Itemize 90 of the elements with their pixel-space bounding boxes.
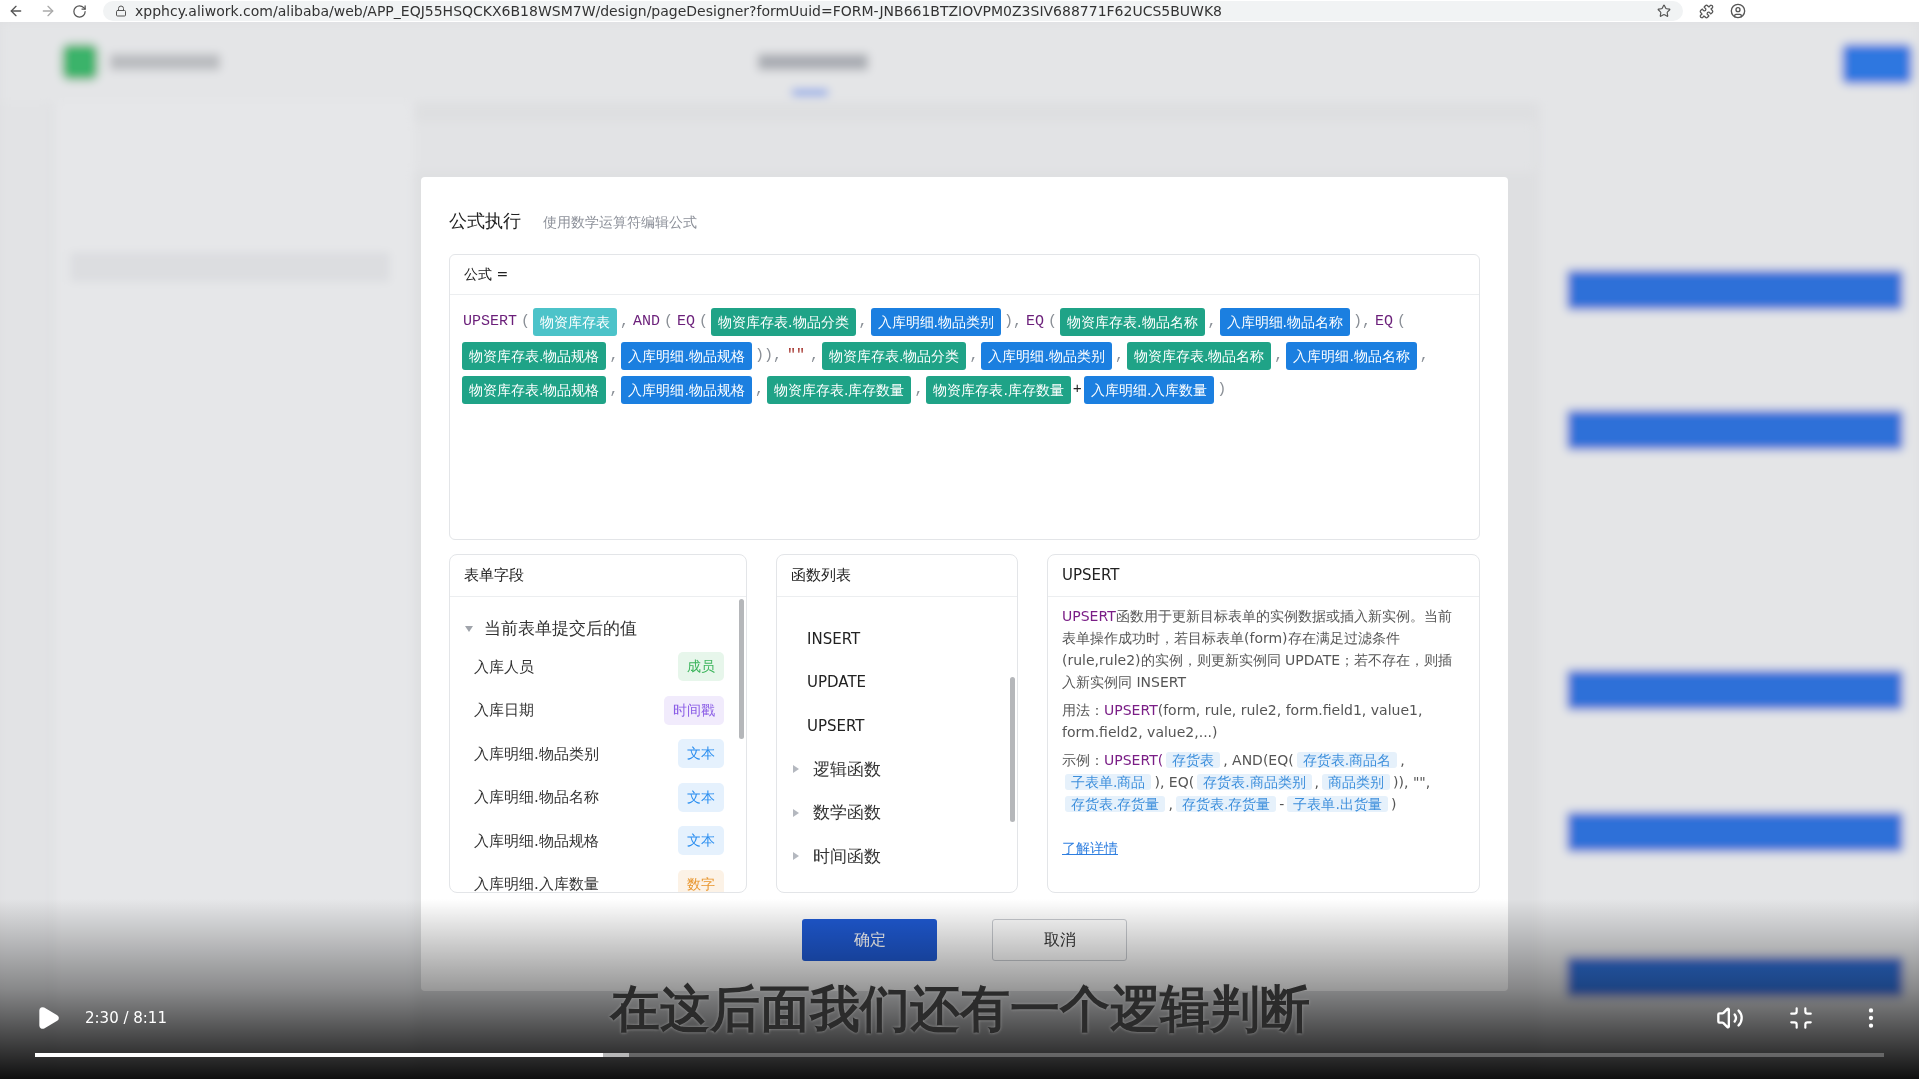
punctuation: , (609, 346, 619, 366)
punctuation: ( (521, 312, 531, 332)
punctuation: , (754, 380, 764, 400)
punctuation: ), (1004, 312, 1023, 332)
field-chip: 入库明细.物品名称 (1219, 308, 1350, 336)
field-item[interactable]: 入库明细.物品规格 文本 (464, 819, 724, 863)
function-category[interactable]: 数学函数 (813, 800, 881, 826)
field-chip: 入库明细.物品规格 (621, 376, 752, 404)
function-category[interactable]: 逻辑函数 (813, 756, 881, 782)
string-literal: "" (786, 346, 805, 366)
field-chip: 入库明细.物品类别 (981, 342, 1112, 370)
back-icon[interactable] (8, 3, 24, 19)
address-bar[interactable]: xpphcy.aliwork.com/alibaba/web/APP_EQJ55HSQCKX6B18WSM7W/design/pageDesigner?formUuid=FORM-JNB661BTZIOVPM0Z3SIV688771F62UCS5BUWK8 (103, 1, 1683, 21)
field-chip: 物资库存表.库存数量 (766, 376, 912, 404)
usage-text: 用法：UPSERT(form, rule, rule2, form.field1, value1, form.field2, value2,...) (1062, 701, 1424, 742)
field-item[interactable]: 入库明细.物品类别 文本 (464, 732, 724, 776)
extension-icon[interactable] (1699, 3, 1714, 19)
cancel-button[interactable]: 取消 (992, 919, 1127, 961)
function-category[interactable]: 时间函数 (813, 843, 881, 869)
punctuation: , (1207, 312, 1217, 332)
field-chip: 入库明细.物品名称 (1286, 342, 1417, 370)
video-time: 2:30 / 8:11 (85, 1007, 167, 1029)
star-icon[interactable] (1657, 4, 1671, 18)
operator: + (1072, 380, 1082, 400)
function-item[interactable]: UPSERT (807, 714, 865, 737)
field-chip: 物资库存表.物品规格 (462, 376, 607, 404)
type-tag: 成员 (678, 652, 724, 682)
punctuation: , (858, 312, 868, 332)
dialog-title: 公式执行 (449, 209, 521, 233)
panel-title: UPSERT (1062, 565, 1120, 587)
punctuation: ) (1217, 380, 1227, 400)
formula-label: 公式 = (464, 265, 509, 284)
punctuation: ( (664, 312, 674, 332)
tree-group-label[interactable]: 当前表单提交后的值 (484, 616, 637, 642)
function-name: EQ (677, 312, 696, 332)
punctuation: , (914, 380, 924, 400)
punctuation: , (1419, 346, 1429, 366)
scrollbar-thumb[interactable] (1010, 677, 1015, 822)
field-chip: 物资库存表.物品规格 (462, 342, 607, 370)
field-item[interactable]: 入库人员 成员 (464, 645, 724, 689)
type-tag: 文本 (678, 739, 724, 769)
field-chip: 物资库存表.物品名称 (1126, 342, 1272, 370)
scrollbar-thumb[interactable] (739, 599, 744, 739)
video-subtitle: 在这后面我们还有一个逻辑判断 (609, 979, 1310, 1040)
field-chip: 入库明细.入库数量 (1083, 376, 1215, 404)
function-description: UPSERT函数用于更新目标表单的实例数据或插入新实例。当前表单操作成功时，若目标表单(form)存在满足过滤条件(rule,rule2)的实例，则更新实例同 UPDATE；若不存在，则插入新实例同 INSERT (1062, 607, 1454, 692)
exit-fullscreen-icon[interactable] (1788, 1005, 1814, 1031)
confirm-button[interactable]: 确定 (802, 919, 937, 961)
type-tag: 时间戳 (664, 695, 724, 725)
punctuation: , (1274, 346, 1284, 366)
field-chip: 物资库存表.库存数量 (926, 376, 1071, 404)
punctuation: , (809, 346, 819, 366)
url-text: xpphcy.aliwork.com/alibaba/web/APP_EQJ55HSQCKX6B18WSM7W/design/pageDesigner?formUuid=FORM-JNB661BTZIOVPM0Z3SIV688771F62UCS5BUWK8 (135, 1, 1223, 21)
example-text: 示例：UPSERT( 存货表 , AND(EQ( 存货表.商品名 , 子表单.商品 ), EQ( 存货表.商品类别 , 商品类别 )), "", 存货表.存货量 , 存货表.存货量 - 子表单.出货量 ) (1062, 751, 1432, 814)
panel-title: 表单字段 (464, 565, 524, 587)
table-chip: 物资库存表 (533, 308, 618, 336)
punctuation: , (620, 312, 630, 332)
type-tag: 文本 (678, 782, 724, 812)
punctuation: , (969, 346, 979, 366)
progress-track[interactable] (35, 1053, 1884, 1057)
dialog-subtitle: 使用数学运算符编辑公式 (543, 213, 697, 232)
field-item[interactable]: 入库明细.物品名称 文本 (464, 775, 724, 819)
field-chip: 物资库存表.物品分类 (821, 342, 967, 370)
reload-icon[interactable] (72, 3, 87, 19)
formula-editor[interactable] (449, 254, 1480, 540)
function-item[interactable]: INSERT (807, 627, 861, 650)
panel-title: 函数列表 (791, 565, 851, 587)
punctuation: ( (1048, 312, 1058, 332)
type-tag: 数字 (678, 869, 724, 892)
punctuation: , (1114, 346, 1124, 366)
profile-icon[interactable] (1730, 3, 1746, 19)
function-item[interactable]: UPDATE (807, 671, 867, 694)
function-name: EQ (1375, 312, 1394, 332)
punctuation: ( (699, 312, 709, 332)
function-name: UPSERT (463, 312, 517, 332)
field-item[interactable]: 入库明细.入库数量 数字 (464, 862, 724, 892)
punctuation: ), (1353, 312, 1371, 332)
field-chip: 入库明细.物品规格 (621, 342, 752, 370)
field-item[interactable]: 入库日期 时间戳 (464, 688, 724, 732)
function-name: EQ (1026, 312, 1045, 332)
punctuation: , (609, 380, 619, 400)
field-chip: 物资库存表.物品分类 (711, 308, 856, 336)
punctuation: ( (1397, 312, 1407, 332)
punctuation: )), (754, 346, 782, 366)
field-chip: 入库明细.物品类别 (870, 308, 1002, 336)
learn-more-link[interactable]: 了解详情 (1062, 837, 1118, 859)
field-chip: 物资库存表.物品名称 (1060, 308, 1205, 336)
lock-icon (115, 5, 127, 17)
function-name: AND (633, 312, 661, 332)
type-tag: 文本 (678, 826, 724, 856)
